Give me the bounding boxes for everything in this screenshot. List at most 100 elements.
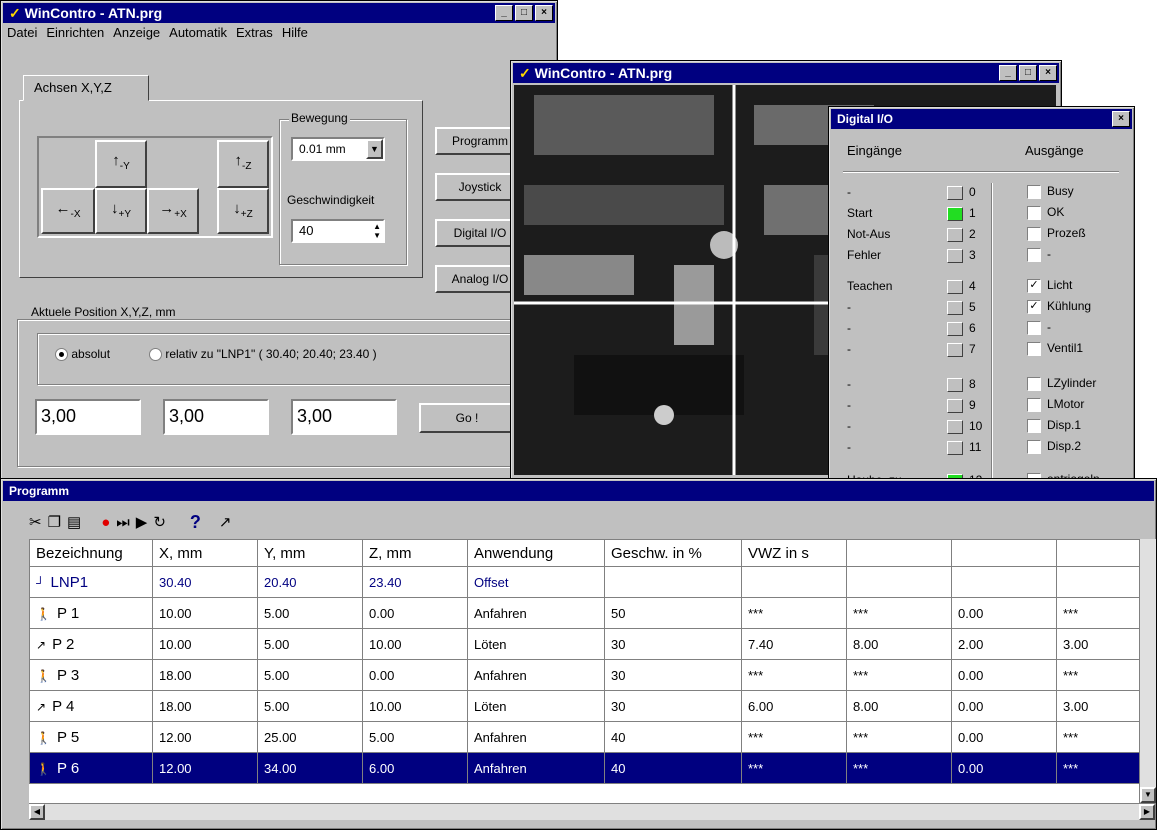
scroll-right-icon[interactable]: ▶: [1139, 804, 1155, 820]
table-cell[interactable]: Löten: [467, 628, 605, 660]
table-cell[interactable]: [951, 566, 1057, 598]
radio-absolut[interactable]: absolut: [55, 347, 110, 362]
jog-plus-y-button[interactable]: ↓+Y: [95, 188, 147, 234]
table-cell[interactable]: 8.00: [846, 628, 952, 660]
output-checkbox[interactable]: Busy: [1027, 184, 1074, 199]
table-cell[interactable]: ***: [741, 721, 847, 753]
teach-icon[interactable]: ↗: [219, 513, 232, 531]
table-cell[interactable]: Anfahren: [467, 659, 605, 691]
table-cell[interactable]: 30: [604, 690, 742, 722]
table-cell[interactable]: 0.00: [951, 659, 1057, 691]
camera-window-titlebar[interactable]: ✓ WinContro - ATN.prg _ □ ×: [513, 63, 1059, 83]
table-cell[interactable]: 18.00: [152, 659, 258, 691]
output-checkbox[interactable]: -: [1027, 320, 1051, 335]
menu-datei[interactable]: Datei: [7, 25, 37, 43]
table-cell[interactable]: [846, 566, 952, 598]
column-header[interactable]: Bezeichnung: [29, 539, 153, 567]
loop-icon[interactable]: ↻: [153, 513, 166, 531]
play-icon[interactable]: ▶: [136, 513, 148, 531]
close-icon[interactable]: ×: [535, 5, 553, 21]
table-cell[interactable]: [1056, 566, 1139, 598]
table-cell[interactable]: 10.00: [362, 628, 468, 660]
table-cell[interactable]: 12.00: [152, 721, 258, 753]
output-checkbox[interactable]: Disp.2: [1027, 439, 1081, 454]
table-row[interactable]: ┘ LNP1 30.40 20.40 23.40 Offset: [29, 566, 1139, 598]
output-checkbox[interactable]: OK: [1027, 205, 1064, 220]
vertical-scrollbar[interactable]: ▼: [1139, 539, 1156, 803]
main-window-titlebar[interactable]: ✓ WinContro - ATN.prg _ □ ×: [3, 3, 555, 23]
table-cell[interactable]: Löten: [467, 690, 605, 722]
output-checkbox[interactable]: Ventil1: [1027, 341, 1083, 356]
table-cell[interactable]: 5.00: [257, 690, 363, 722]
help-icon[interactable]: ?: [190, 512, 201, 533]
table-cell[interactable]: 5.00: [362, 721, 468, 753]
menu-anzeige[interactable]: Anzeige: [113, 25, 160, 43]
column-header[interactable]: Z, mm: [362, 539, 468, 567]
close-icon[interactable]: ×: [1112, 111, 1130, 127]
maximize-icon[interactable]: □: [515, 5, 533, 21]
table-cell[interactable]: 0.00: [951, 721, 1057, 753]
table-cell[interactable]: ***: [1056, 721, 1139, 753]
table-cell[interactable]: 30.40: [152, 566, 258, 598]
table-cell[interactable]: ↗ P 4: [29, 690, 153, 722]
table-cell[interactable]: 40: [604, 752, 742, 784]
table-cell[interactable]: 2.00: [951, 628, 1057, 660]
table-cell[interactable]: 23.40: [362, 566, 468, 598]
table-cell[interactable]: ***: [741, 752, 847, 784]
table-row[interactable]: ↗ P 2 10.00 5.00 10.00 Löten 30 7.40 8.00 2.00 3.0…: [29, 628, 1139, 660]
output-checkbox[interactable]: ✓ Kühlung: [1027, 299, 1091, 314]
table-cell[interactable]: 25.00: [257, 721, 363, 753]
menu-einrichten[interactable]: Einrichten: [46, 25, 104, 43]
table-cell[interactable]: 10.00: [152, 597, 258, 629]
table-cell[interactable]: ***: [846, 721, 952, 753]
output-checkbox[interactable]: LZylinder: [1027, 376, 1096, 391]
table-cell[interactable]: Anfahren: [467, 752, 605, 784]
column-header[interactable]: [1056, 539, 1139, 567]
table-cell[interactable]: ↗ P 2: [29, 628, 153, 660]
table-cell[interactable]: 30: [604, 659, 742, 691]
pos-x-field[interactable]: 3,00: [35, 399, 141, 435]
tab-achsen[interactable]: Achsen X,Y,Z: [23, 75, 149, 101]
table-cell[interactable]: 6.00: [362, 752, 468, 784]
jog-minus-y-button[interactable]: ↑-Y: [95, 140, 147, 188]
go-button[interactable]: Go !: [419, 403, 515, 433]
table-cell[interactable]: ***: [741, 659, 847, 691]
table-cell[interactable]: ***: [846, 659, 952, 691]
pos-y-field[interactable]: 3,00: [163, 399, 269, 435]
column-header[interactable]: [951, 539, 1057, 567]
table-row[interactable]: 🚶 P 6 12.00 34.00 6.00 Anfahren 40 *** *** 0.00 **…: [29, 752, 1139, 784]
table-cell[interactable]: 20.40: [257, 566, 363, 598]
table-cell[interactable]: 12.00: [152, 752, 258, 784]
output-checkbox[interactable]: LMotor: [1027, 397, 1084, 412]
table-cell[interactable]: 10.00: [152, 628, 258, 660]
table-row[interactable]: ↗ P 4 18.00 5.00 10.00 Löten 30 6.00 8.00 0.00 3.0…: [29, 690, 1139, 722]
table-cell[interactable]: 40: [604, 721, 742, 753]
skip-forward-icon[interactable]: ⏭: [116, 514, 130, 531]
table-row[interactable]: 🚶 P 3 18.00 5.00 0.00 Anfahren 30 *** *** 0.00 ***…: [29, 659, 1139, 691]
column-header[interactable]: X, mm: [152, 539, 258, 567]
jog-minus-z-button[interactable]: ↑-Z: [217, 140, 269, 188]
table-cell[interactable]: 18.00: [152, 690, 258, 722]
table-cell[interactable]: 7.40: [741, 628, 847, 660]
table-cell[interactable]: 0.00: [951, 690, 1057, 722]
pos-z-field[interactable]: 3,00: [291, 399, 397, 435]
output-checkbox[interactable]: Prozeß: [1027, 226, 1086, 241]
menu-automatik[interactable]: Automatik: [169, 25, 227, 43]
geschwindigkeit-input[interactable]: 40 ▲ ▼: [291, 219, 385, 243]
table-cell[interactable]: 🚶 P 3: [29, 659, 153, 691]
column-header[interactable]: Geschw. in %: [604, 539, 742, 567]
table-cell[interactable]: Anfahren: [467, 721, 605, 753]
table-cell[interactable]: 10.00: [362, 690, 468, 722]
table-cell[interactable]: Offset: [467, 566, 605, 598]
jog-minus-x-button[interactable]: ←-X: [41, 188, 95, 234]
table-cell[interactable]: ***: [1056, 597, 1139, 629]
menu-hilfe[interactable]: Hilfe: [282, 25, 308, 43]
radio-relativ[interactable]: relativ zu "LNP1" ( 30.40; 20.40; 23.40 …: [149, 347, 377, 362]
column-header[interactable]: Anwendung: [467, 539, 605, 567]
table-cell[interactable]: 30: [604, 628, 742, 660]
table-cell[interactable]: 3.00: [1056, 690, 1139, 722]
table-cell[interactable]: 0.00: [362, 659, 468, 691]
table-cell[interactable]: ┘ LNP1: [29, 566, 153, 598]
output-checkbox[interactable]: ✓ Licht: [1027, 278, 1072, 293]
close-icon[interactable]: ×: [1039, 65, 1057, 81]
